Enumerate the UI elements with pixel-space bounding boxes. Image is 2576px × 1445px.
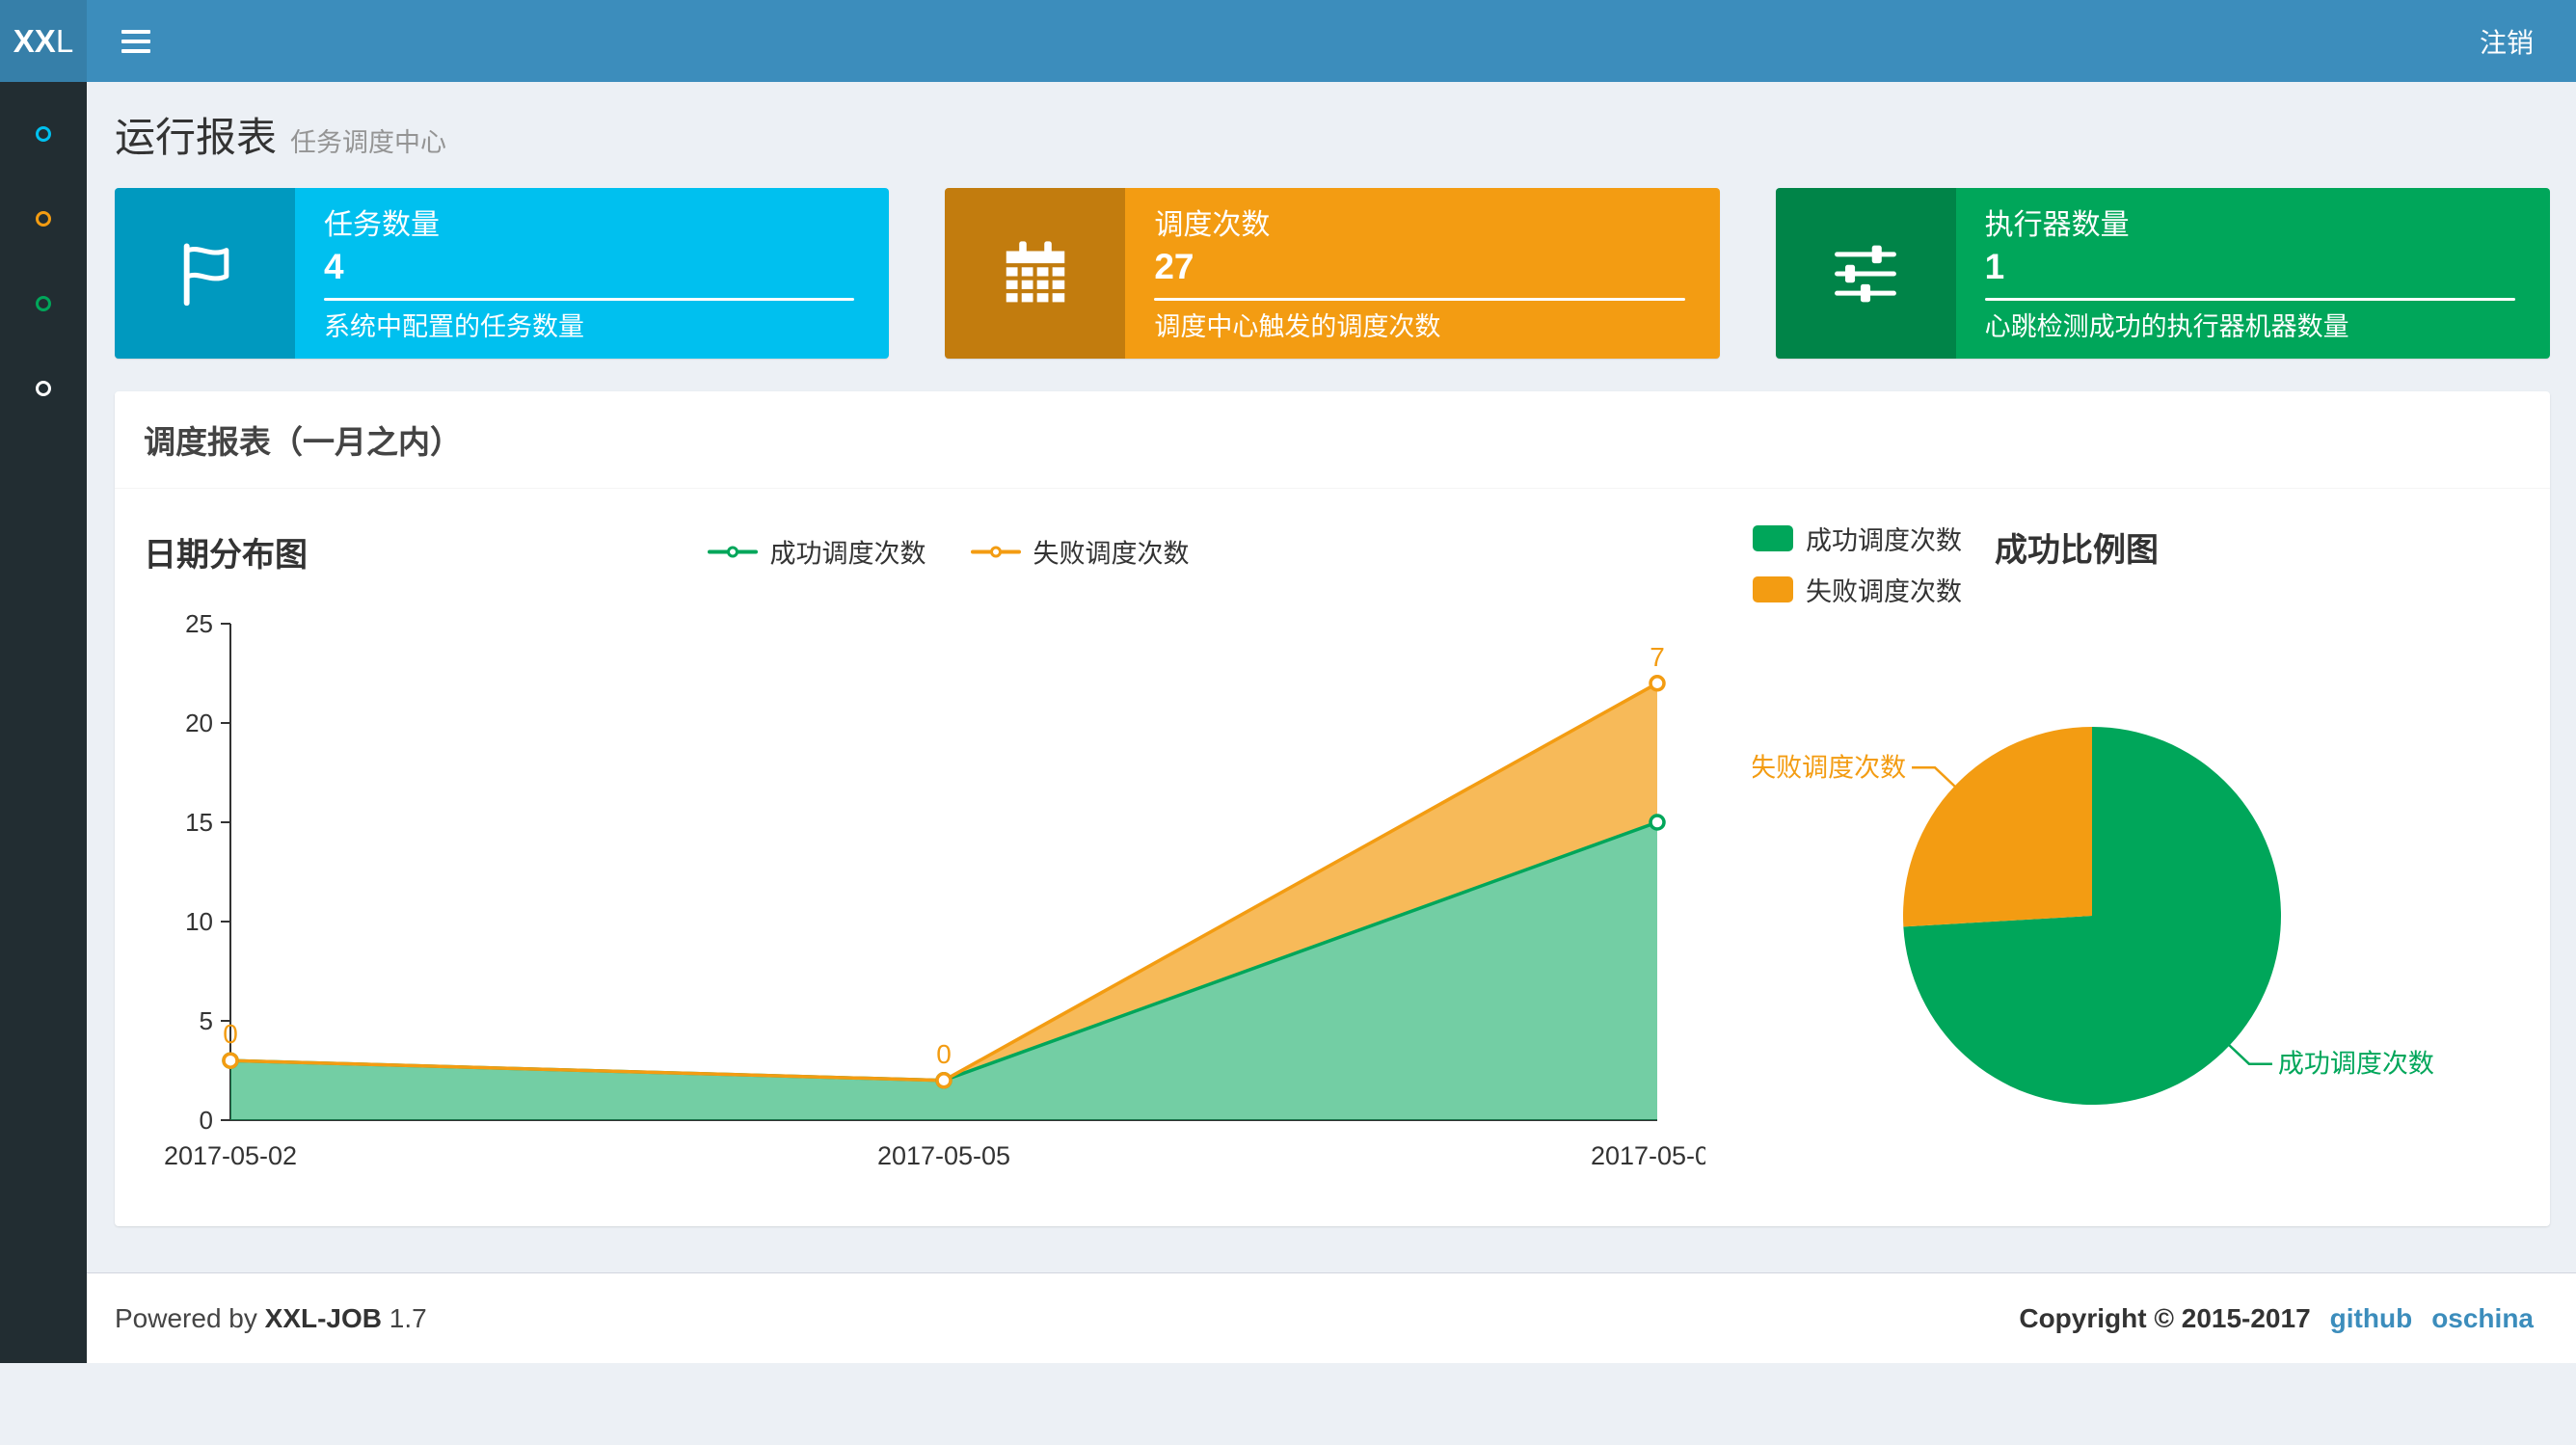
legend-label: 成功调度次数 xyxy=(769,539,926,569)
oschina-link[interactable]: oschina xyxy=(2431,1303,2534,1334)
legend-item-fail[interactable]: 失败调度次数 xyxy=(970,533,1190,571)
sidebar-item-dashboard[interactable] xyxy=(0,92,87,176)
sidebar-item-glue[interactable] xyxy=(0,346,87,431)
calendar-icon xyxy=(945,188,1126,359)
stat-box-executor-count: 执行器数量 1 心跳检测成功的执行器机器数量 xyxy=(1775,188,2550,359)
pie-chart-legend: 成功调度次数 失败调度次数 xyxy=(1753,518,1962,608)
sidebar-item-logs[interactable] xyxy=(0,261,87,346)
footer-right: Copyright © 2015-2017 github oschina xyxy=(2019,1303,2534,1334)
success-ratio-chart-block: 成功调度次数 失败调度次数 成功比例图 成功调度次数 失败调度次数 xyxy=(1750,518,2524,1188)
stat-label: 调度次数 xyxy=(1154,209,1271,241)
legend-item-success[interactable]: 成功调度次数 xyxy=(707,533,926,571)
stat-content: 执行器数量 1 心跳检测成功的执行器机器数量 xyxy=(1956,188,2550,359)
svg-text:失败调度次数: 失败调度次数 xyxy=(1753,753,1906,782)
stat-label: 任务数量 xyxy=(324,209,440,241)
legend-circle-marker xyxy=(726,546,738,557)
svg-text:0: 0 xyxy=(936,1039,952,1069)
app-name: XXL-JOB xyxy=(264,1302,383,1333)
stat-value: 4 xyxy=(324,247,344,286)
sliders-icon xyxy=(1775,188,1956,359)
date-distribution-area-chart: 05101520252017-05-022017-05-052017-05-08… xyxy=(164,609,1724,1170)
svg-text:10: 10 xyxy=(185,907,213,936)
top-navbar: XX L 注销 xyxy=(0,0,2576,82)
legend-label: 失败调度次数 xyxy=(1806,577,1962,606)
divider xyxy=(1154,298,1685,301)
circle-icon xyxy=(36,126,51,142)
svg-text:0: 0 xyxy=(223,1019,238,1049)
pie-slice xyxy=(1903,727,2092,927)
svg-text:成功调度次数: 成功调度次数 xyxy=(2278,1050,2434,1079)
copyright-text: Copyright © 2015-2017 xyxy=(2019,1302,2311,1333)
stat-label: 执行器数量 xyxy=(1984,209,2130,241)
svg-text:25: 25 xyxy=(185,609,213,638)
svg-text:2017-05-08: 2017-05-08 xyxy=(1591,1141,1705,1170)
success-ratio-pie-chart: 成功调度次数 失败调度次数 xyxy=(1750,727,2434,1105)
stat-value: 1 xyxy=(1984,247,2005,286)
legend-label: 成功调度次数 xyxy=(1806,526,1962,555)
legend-swatch xyxy=(1753,576,1793,602)
line-chart-legend: 成功调度次数 失败调度次数 xyxy=(707,533,1190,571)
circle-icon xyxy=(36,211,51,227)
stat-content: 调度次数 27 调度中心触发的调度次数 xyxy=(1125,188,1719,359)
github-link[interactable]: github xyxy=(2330,1303,2413,1334)
sidebar-toggle-button[interactable] xyxy=(87,0,185,82)
legend-item-success[interactable]: 成功调度次数 xyxy=(1753,520,1962,557)
svg-text:7: 7 xyxy=(1650,642,1665,672)
date-distribution-chart-block: 日期分布图 成功调度次数 失败调度次数 0 5 10 15 20 25 2017… xyxy=(144,518,1753,1188)
powered-prefix: Powered by xyxy=(115,1302,257,1333)
pie-chart-title-wrap: 成功比例图 xyxy=(1995,518,2159,571)
page-footer: Powered by XXL-JOB 1.7 Copyright © 2015-… xyxy=(87,1272,2576,1363)
stats-row: 任务数量 4 系统中配置的任务数量 调度次数 27 调度中心触发的调度次数 执行… xyxy=(115,188,2550,359)
line-chart-header: 日期分布图 成功调度次数 失败调度次数 xyxy=(144,518,1753,585)
stat-box-trigger-count: 调度次数 27 调度中心触发的调度次数 xyxy=(945,188,1720,359)
report-panel-header: 调度报表（一月之内） xyxy=(115,391,2550,489)
legend-line-marker xyxy=(970,546,1021,557)
svg-text:2017-05-02: 2017-05-02 xyxy=(164,1141,297,1170)
content-header: 运行报表 任务调度中心 xyxy=(87,82,2576,165)
logo-text-bold: XX xyxy=(13,22,56,59)
svg-text:20: 20 xyxy=(185,709,213,737)
svg-text:0: 0 xyxy=(200,1106,213,1135)
circle-icon xyxy=(36,296,51,311)
legend-item-fail[interactable]: 失败调度次数 xyxy=(1753,571,1962,608)
pie-chart-header: 成功调度次数 失败调度次数 成功比例图 xyxy=(1753,518,2524,610)
legend-line-marker xyxy=(707,546,758,557)
pie-chart-title: 成功比例图 xyxy=(1995,532,2159,569)
stat-value: 27 xyxy=(1154,247,1194,286)
report-panel-body: 日期分布图 成功调度次数 失败调度次数 0 5 10 15 20 25 2017… xyxy=(115,489,2550,1226)
stat-description: 心跳检测成功的执行器机器数量 xyxy=(1984,312,2349,341)
stat-description: 调度中心触发的调度次数 xyxy=(1154,312,1441,341)
logout-button[interactable]: 注销 xyxy=(2437,0,2576,82)
report-panel: 调度报表（一月之内） 日期分布图 成功调度次数 失败调度次数 0 5 10 15… xyxy=(115,391,2550,1226)
powered-by-text: Powered by XXL-JOB 1.7 xyxy=(115,1303,427,1334)
flag-icon xyxy=(115,188,295,359)
legend-swatch xyxy=(1753,525,1793,551)
sidebar-item-jobs[interactable] xyxy=(0,176,87,261)
report-panel-title: 调度报表（一月之内） xyxy=(144,424,462,460)
stat-content: 任务数量 4 系统中配置的任务数量 xyxy=(295,188,889,359)
line-chart-title: 日期分布图 xyxy=(144,536,308,574)
page-title: 运行报表 xyxy=(115,115,278,160)
svg-text:15: 15 xyxy=(185,808,213,837)
legend-circle-marker xyxy=(989,546,1002,557)
stat-description: 系统中配置的任务数量 xyxy=(324,312,584,341)
divider xyxy=(324,298,855,301)
main-content: 运行报表 任务调度中心 任务数量 4 系统中配置的任务数量 调度次数 27 调度… xyxy=(87,82,2576,1272)
divider xyxy=(1984,298,2515,301)
page-subtitle: 任务调度中心 xyxy=(290,128,447,157)
svg-text:5: 5 xyxy=(200,1006,213,1035)
circle-icon xyxy=(36,381,51,396)
app-logo[interactable]: XX L xyxy=(0,0,87,82)
stat-box-job-count: 任务数量 4 系统中配置的任务数量 xyxy=(115,188,890,359)
app-version: 1.7 xyxy=(389,1302,427,1333)
logo-text-light: L xyxy=(55,22,74,59)
hamburger-icon xyxy=(121,29,150,53)
sidebar xyxy=(0,82,87,1363)
svg-text:2017-05-05: 2017-05-05 xyxy=(877,1141,1010,1170)
legend-label: 失败调度次数 xyxy=(1033,539,1190,569)
